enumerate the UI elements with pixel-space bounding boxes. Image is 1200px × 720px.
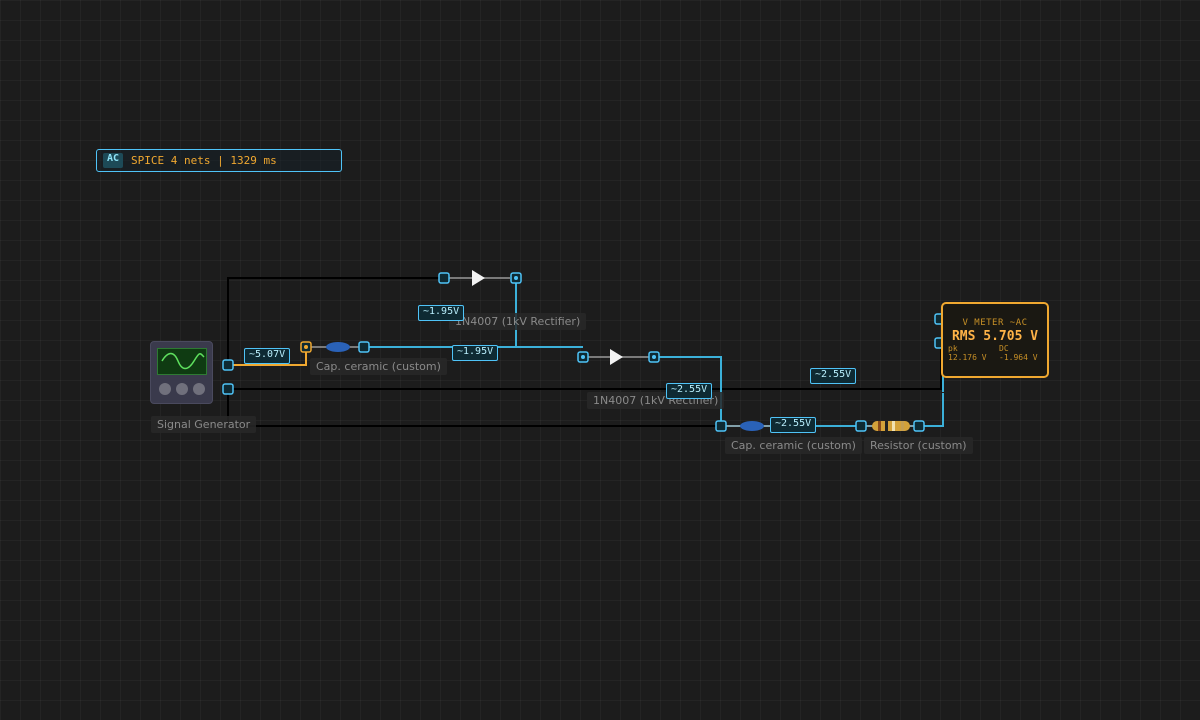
voltage-readout-d2: ~2.55V xyxy=(666,383,713,399)
signal-generator-label: Signal Generator xyxy=(151,416,257,433)
meter-pk-value: 12.176 V xyxy=(948,353,987,362)
voltage-readout-top: ~1.95V xyxy=(418,305,465,321)
voltage-readout-gen: ~5.07V xyxy=(244,348,291,364)
knob-icon[interactable] xyxy=(159,383,171,395)
capacitor-1-label: Cap. ceramic (custom) xyxy=(310,358,447,375)
diode-1-label: 1N4007 (1kV Rectifier) xyxy=(449,313,587,330)
capacitor-1-body[interactable] xyxy=(326,342,350,352)
sim-mode-tag: AC xyxy=(103,153,124,168)
sim-status-text: SPICE 4 nets | 1329 ms xyxy=(131,154,277,167)
knob-icon[interactable] xyxy=(193,383,205,395)
resistor-label: Resistor (custom) xyxy=(864,437,973,454)
signal-generator[interactable] xyxy=(150,341,213,404)
meter-pk-label: pk xyxy=(948,344,958,353)
pins[interactable] xyxy=(222,272,945,432)
capacitor-2-label: Cap. ceramic (custom) xyxy=(725,437,862,454)
voltage-readout-cap2: ~2.55V xyxy=(770,417,817,433)
voltmeter[interactable]: V METER ~AC RMS 5.705 V pk 12.176 V DC -… xyxy=(941,302,1049,378)
resistor-body[interactable] xyxy=(872,421,910,431)
simulation-status-badge[interactable]: AC SPICE 4 nets | 1329 ms xyxy=(96,149,342,172)
meter-rms-value: RMS 5.705 V xyxy=(951,329,1039,344)
meter-title: V METER ~AC xyxy=(962,318,1028,328)
knob-icon[interactable] xyxy=(176,383,188,395)
sine-wave-icon xyxy=(157,348,207,375)
capacitor-2-body[interactable] xyxy=(740,421,764,431)
diode-1-body[interactable] xyxy=(472,270,485,286)
voltage-readout-mid: ~1.95V xyxy=(452,345,499,361)
meter-dc-value: -1.964 V xyxy=(999,353,1038,362)
meter-dc-label: DC xyxy=(999,344,1009,353)
voltage-readout-meter: ~2.55V xyxy=(810,368,857,384)
diode-2-body[interactable] xyxy=(610,349,623,365)
